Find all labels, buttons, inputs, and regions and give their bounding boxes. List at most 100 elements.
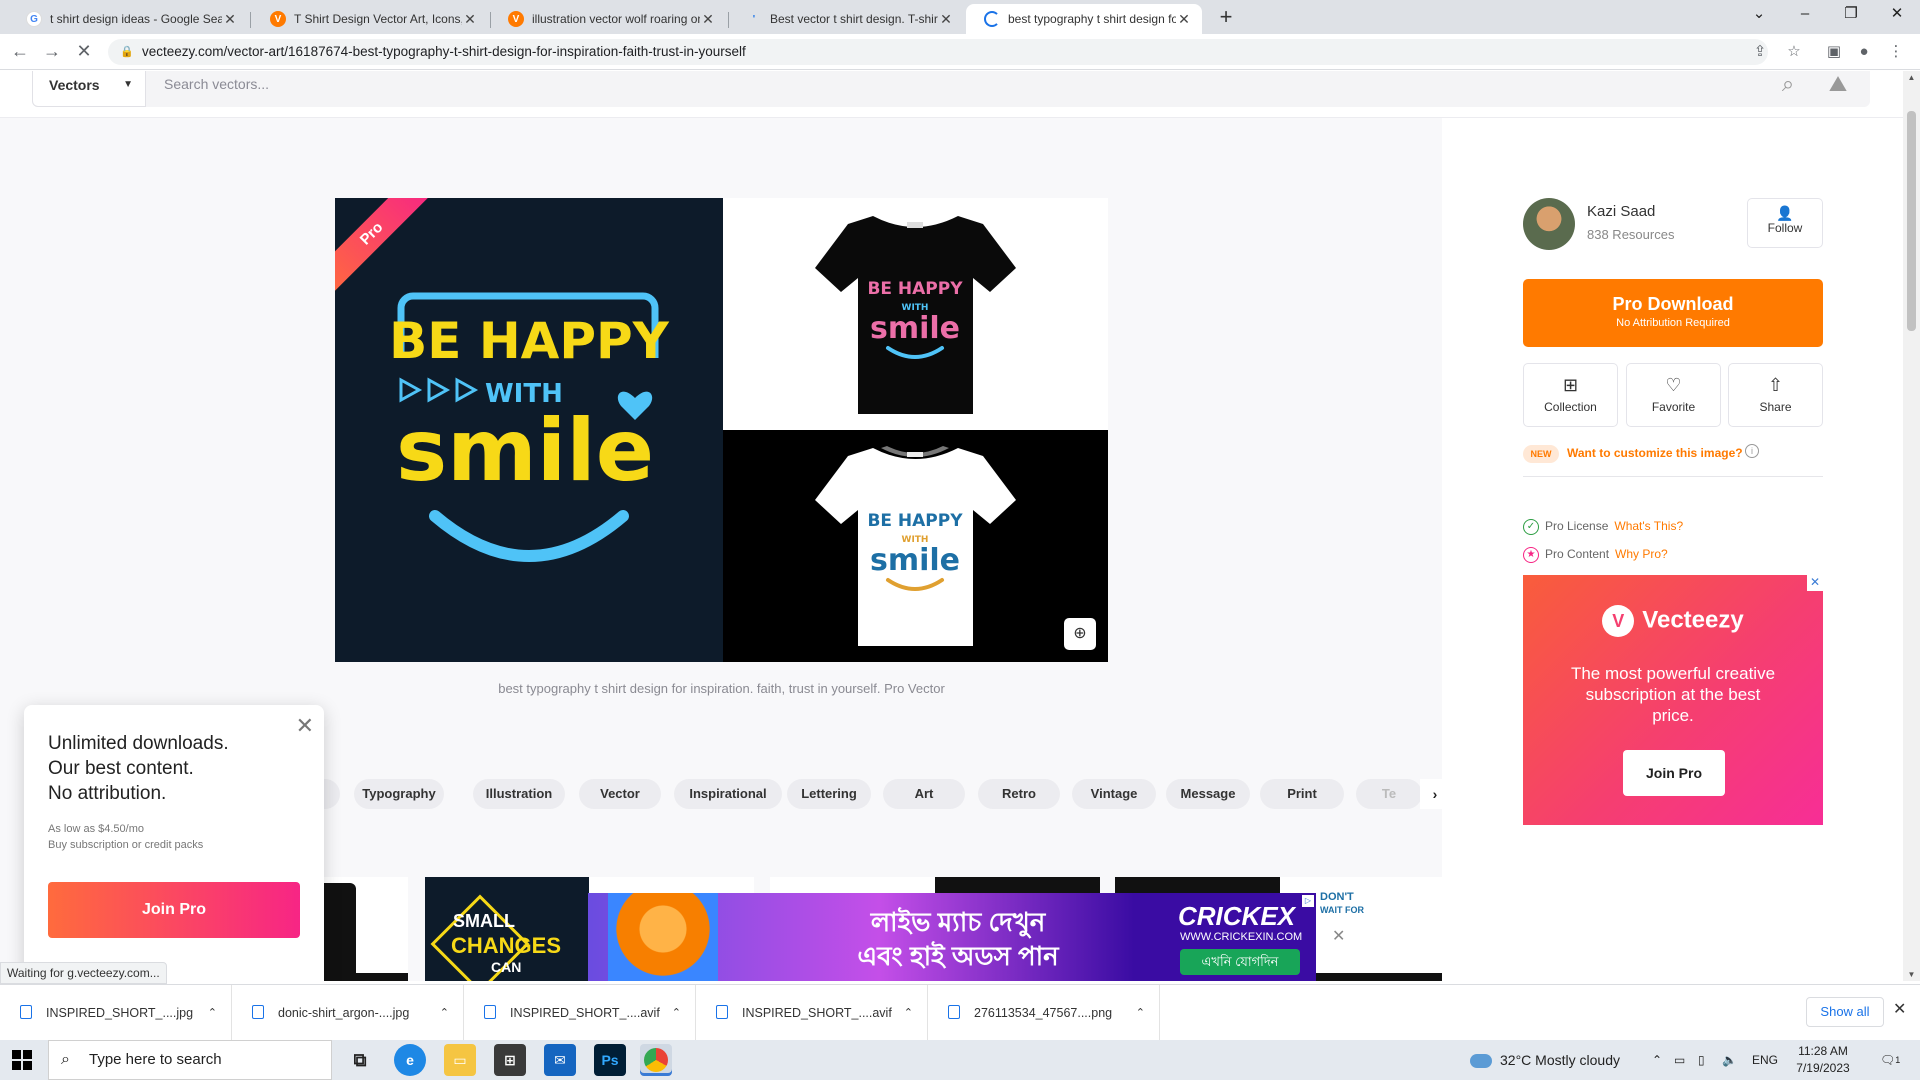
weather-widget[interactable]: 32°C Mostly cloudy xyxy=(1470,1040,1620,1080)
file-explorer-icon[interactable]: ▭ xyxy=(444,1044,476,1076)
tag-pill[interactable]: Vintage xyxy=(1072,779,1156,809)
notification-center-icon[interactable]: 🗨1 xyxy=(1880,1040,1900,1080)
join-pro-button[interactable]: Join Pro xyxy=(48,882,300,938)
chevron-right-icon[interactable]: › xyxy=(1420,779,1450,809)
close-window-button[interactable]: ✕ xyxy=(1874,0,1920,30)
taskbar-search-input[interactable]: ⌕ Type here to search xyxy=(48,1040,332,1080)
windows-start-icon[interactable] xyxy=(12,1050,32,1070)
vector-preview-image[interactable]: BE HAPPY WITH smile Pro BE HAPPY WITH sm… xyxy=(335,198,1108,662)
browser-tab[interactable]: V T Shirt Design Vector Art, Icons, a ✕ xyxy=(252,4,488,34)
network-icon[interactable]: ▭ xyxy=(1674,1040,1685,1080)
zoom-in-icon[interactable]: ⊕ xyxy=(1064,618,1096,650)
browser-tab-active[interactable]: best typography t shirt design fo ✕ xyxy=(966,4,1202,34)
chevron-up-icon[interactable]: ⌃ xyxy=(440,985,449,1041)
new-badge: NEW xyxy=(1523,445,1559,463)
ad-close-icon[interactable]: ✕ xyxy=(1807,575,1823,591)
info-icon[interactable]: i xyxy=(1745,444,1759,458)
stop-loading-icon[interactable]: ✕ xyxy=(74,42,94,62)
tag-pill[interactable]: Vector xyxy=(579,779,661,809)
chevron-up-icon[interactable]: ⌃ xyxy=(672,985,681,1041)
download-item[interactable]: INSPIRED_SHORT_....avif ⌃ xyxy=(696,985,928,1041)
microsoft-store-icon[interactable]: ⊞ xyxy=(494,1044,526,1076)
tag-pill[interactable]: Retro xyxy=(978,779,1060,809)
ad-join-pro-button[interactable]: Join Pro xyxy=(1623,750,1725,796)
author-avatar[interactable] xyxy=(1523,198,1575,250)
download-item[interactable]: 276113534_47567....png ⌃ xyxy=(928,985,1160,1041)
restore-button[interactable]: ❐ xyxy=(1828,0,1874,30)
share-button[interactable]: ⇧ Share xyxy=(1728,363,1823,427)
collection-button[interactable]: ⊞ Collection xyxy=(1523,363,1618,427)
close-downloads-icon[interactable]: ✕ xyxy=(1893,999,1906,1019)
battery-icon[interactable]: ▯ xyxy=(1698,1040,1705,1080)
back-arrow-icon[interactable]: ← xyxy=(10,42,30,62)
browser-menu-icon[interactable]: ⋮ xyxy=(1886,42,1906,62)
tag-pill[interactable]: Lettering xyxy=(787,779,871,809)
sidebar-ad[interactable]: ✕ V Vecteezy The most powerful creative s… xyxy=(1523,575,1823,825)
customize-image-link[interactable]: Want to customize this image? xyxy=(1567,446,1743,460)
tag-pill[interactable]: Art xyxy=(883,779,965,809)
side-panel-icon[interactable]: ▣ xyxy=(1824,42,1844,62)
chevron-up-icon[interactable]: ⌃ xyxy=(208,985,217,1041)
search-icon[interactable]: ⌕ xyxy=(1774,71,1802,99)
scroll-down-icon[interactable]: ▼ xyxy=(1903,970,1920,979)
mail-icon[interactable]: ✉ xyxy=(544,1044,576,1076)
tray-chevron-icon[interactable]: ⌃ xyxy=(1652,1040,1662,1080)
favorite-button[interactable]: ♡ Favorite xyxy=(1626,363,1721,427)
related-thumbnail[interactable]: SMALL CHANGES CAN xyxy=(425,877,589,981)
browser-tab[interactable]: V illustration vector wolf roaring on ✕ xyxy=(490,4,726,34)
banner-cta-button[interactable]: এখনি যোগদিন xyxy=(1180,949,1300,975)
language-indicator[interactable]: ENG xyxy=(1752,1040,1778,1080)
share-label: Share xyxy=(1759,400,1792,414)
url-field[interactable]: 🔒 vecteezy.com/vector-art/16187674-best-… xyxy=(108,39,1768,65)
close-tab-icon[interactable]: ✕ xyxy=(938,11,954,28)
chrome-icon[interactable] xyxy=(640,1044,672,1076)
page-scrollbar[interactable]: ▲ ▼ xyxy=(1903,71,1920,981)
photoshop-icon[interactable]: Ps xyxy=(594,1044,626,1076)
profile-avatar-icon[interactable]: ● xyxy=(1854,42,1874,62)
tag-pill[interactable]: Print xyxy=(1260,779,1344,809)
tab-search-icon[interactable]: ⌄ xyxy=(1736,0,1782,30)
taskbar-clock[interactable]: 11:28 AM 7/19/2023 xyxy=(1788,1043,1858,1077)
tag-pill[interactable]: Te xyxy=(1356,779,1422,809)
close-tab-icon[interactable]: ✕ xyxy=(700,11,716,28)
pro-download-button[interactable]: Pro Download No Attribution Required xyxy=(1523,279,1823,347)
ad-info-icon[interactable]: ▷ xyxy=(1302,895,1314,907)
bookmark-star-icon[interactable]: ☆ xyxy=(1784,42,1804,62)
scroll-up-icon[interactable]: ▲ xyxy=(1903,73,1920,82)
tag-pill[interactable]: Inspirational xyxy=(674,779,782,809)
banner-close-icon[interactable]: ✕ xyxy=(1332,926,1345,946)
close-icon[interactable]: ✕ xyxy=(296,713,314,739)
new-tab-button[interactable]: + xyxy=(1214,6,1238,30)
banner-ad[interactable]: লাইভ ম্যাচ দেখুন এবং হাই অডস পান CRICKEX… xyxy=(588,893,1316,981)
cricketer-image xyxy=(608,893,718,981)
edge-browser-icon[interactable]: e xyxy=(394,1044,426,1076)
task-view-icon[interactable]: ⧉ xyxy=(344,1044,376,1076)
download-item[interactable]: donic-shirt_argon-....jpg ⌃ xyxy=(232,985,464,1041)
why-pro-link[interactable]: Why Pro? xyxy=(1615,547,1668,561)
download-item[interactable]: INSPIRED_SHORT_....jpg ⌃ xyxy=(0,985,232,1041)
tag-pill[interactable]: Typography xyxy=(354,779,444,809)
minimize-button[interactable]: – xyxy=(1782,0,1828,30)
share-page-icon[interactable]: ⇪ xyxy=(1750,42,1770,62)
whats-this-link[interactable]: What's This? xyxy=(1614,519,1683,533)
tag-pill[interactable]: Message xyxy=(1166,779,1250,809)
download-item[interactable]: INSPIRED_SHORT_....avif ⌃ xyxy=(464,985,696,1041)
close-tab-icon[interactable]: ✕ xyxy=(462,11,478,28)
browser-tab[interactable]: G t shirt design ideas - Google Sea ✕ xyxy=(8,4,248,34)
search-category-dropdown[interactable]: Vectors ▼ xyxy=(32,71,146,107)
image-search-icon[interactable]: ⛰ xyxy=(1824,71,1852,99)
volume-icon[interactable]: 🔈 xyxy=(1722,1040,1737,1080)
browser-tab[interactable]: ' Best vector t shirt design. T-shirt ✕ xyxy=(728,4,964,34)
tag-pill[interactable]: Illustration xyxy=(473,779,565,809)
close-tab-icon[interactable]: ✕ xyxy=(1176,11,1192,28)
search-input[interactable]: Search vectors... xyxy=(164,71,269,103)
show-all-downloads-button[interactable]: Show all xyxy=(1806,997,1884,1027)
chevron-up-icon[interactable]: ⌃ xyxy=(1136,985,1145,1041)
forward-arrow-icon[interactable]: → xyxy=(42,42,62,62)
follow-button[interactable]: 👤 Follow xyxy=(1747,198,1823,248)
close-tab-icon[interactable]: ✕ xyxy=(222,11,238,28)
author-name[interactable]: Kazi Saad xyxy=(1587,203,1655,220)
pro-download-sublabel: No Attribution Required xyxy=(1616,317,1730,329)
scrollbar-thumb[interactable] xyxy=(1907,111,1916,331)
chevron-up-icon[interactable]: ⌃ xyxy=(904,985,913,1041)
